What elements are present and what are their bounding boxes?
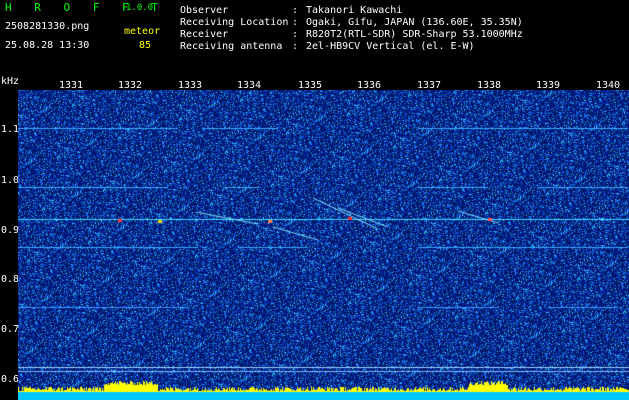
location-separator: : (292, 17, 299, 28)
file-name: 2508281330.png (5, 21, 90, 32)
meteor-count: 85 (139, 40, 152, 51)
y-tick-0-6: 0.6 (1, 374, 20, 385)
y-tick-0-8: 0.8 (1, 274, 20, 285)
y-tick-1-1: 1.1 (1, 124, 20, 135)
antenna-separator: : (292, 41, 299, 52)
antenna-label: Receiving antenna (180, 41, 283, 52)
location-label: Receiving Location (180, 17, 289, 28)
y-tick-0-7: 0.7 (1, 324, 20, 335)
app-version: 1.0.0 (126, 3, 154, 13)
y-tick-0-9: 0.9 (1, 225, 20, 236)
date-time: 25.08.28 13:30 (5, 40, 90, 51)
receiver-separator: : (292, 29, 299, 40)
y-axis-unit: kHz (1, 76, 20, 87)
location-value: Ogaki, Gifu, JAPAN (136.60E, 35.35N) (306, 17, 523, 28)
meteor-label: meteor (124, 26, 161, 37)
spectrogram-waterfall (18, 90, 629, 400)
antenna-value: 2el-HB9CV Vertical (el. E-W) (306, 41, 475, 52)
observer-label: Observer (180, 5, 229, 16)
observer-separator: : (292, 5, 299, 16)
receiver-label: Receiver (180, 29, 229, 40)
header-panel: H R O F F T 1.0.0 2508281330.png 25.08.2… (0, 0, 629, 76)
receiver-value: R820T2(RTL-SDR) SDR-Sharp 53.1000MHz (306, 29, 523, 40)
y-tick-1-0: 1.0 (1, 175, 20, 186)
observer-value: Takanori Kawachi (306, 5, 403, 16)
